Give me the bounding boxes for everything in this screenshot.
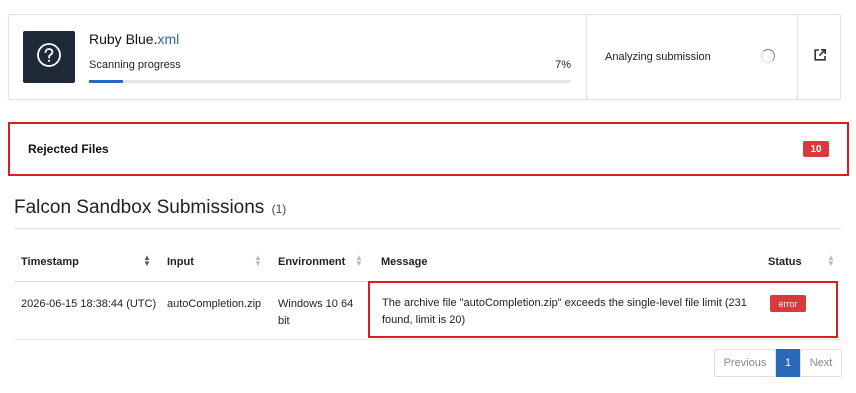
section-title-text: Falcon Sandbox Submissions xyxy=(14,197,265,218)
column-header-timestamp[interactable]: Timestamp xyxy=(21,256,79,268)
pagination: Previous 1 Next xyxy=(714,349,842,377)
cell-input: autoCompletion.zip xyxy=(167,298,262,310)
previous-page-button[interactable]: Previous xyxy=(714,349,776,377)
table-row-divider xyxy=(14,339,841,340)
submission-count: (1) xyxy=(271,202,287,216)
open-external-button[interactable] xyxy=(798,15,841,99)
status-badge-error: error xyxy=(770,295,806,312)
cell-message: The archive file "autoCompletion.zip" ex… xyxy=(382,297,747,326)
next-page-button[interactable]: Next xyxy=(800,349,842,377)
section-title: Falcon Sandbox Submissions (1) xyxy=(14,197,286,219)
sort-icon[interactable]: ▲ ▼ xyxy=(355,254,363,268)
progress-label: Scanning progress xyxy=(89,59,181,71)
sort-desc-icon[interactable]: ▲ ▼ xyxy=(143,254,151,268)
column-header-environment[interactable]: Environment xyxy=(278,256,345,268)
scan-progress-card: Ruby Blue.xml Scanning progress 7% Analy… xyxy=(8,14,841,100)
file-extension: xml xyxy=(157,31,180,47)
page-1-button[interactable]: 1 xyxy=(776,349,800,377)
file-name-base: Ruby Blue. xyxy=(89,31,158,47)
analyzing-label: Analyzing submission xyxy=(605,51,711,63)
card-divider xyxy=(586,15,587,99)
sort-icon[interactable]: ▲ ▼ xyxy=(827,254,835,268)
rejected-files-label: Rejected Files xyxy=(28,142,109,156)
rejected-files-panel[interactable]: Rejected Files 10 xyxy=(8,122,849,176)
column-header-message: Message xyxy=(381,256,428,268)
file-thumbnail xyxy=(23,31,75,83)
column-header-status[interactable]: Status xyxy=(768,256,802,268)
external-link-icon xyxy=(813,48,827,67)
rejected-count-badge: 10 xyxy=(803,141,829,157)
cell-environment: Windows 10 64 bit xyxy=(278,298,354,327)
loading-spinner-icon xyxy=(761,49,775,63)
column-header-input[interactable]: Input xyxy=(167,256,194,268)
question-icon xyxy=(36,42,62,73)
message-highlight-box: The archive file "autoCompletion.zip" ex… xyxy=(368,281,838,338)
section-divider xyxy=(14,228,841,229)
progress-percent: 7% xyxy=(555,59,571,71)
progress-bar-fill xyxy=(89,80,123,83)
cell-timestamp: 2026-06-15 18:38:44 (UTC) xyxy=(21,298,157,310)
progress-bar xyxy=(89,80,571,83)
sort-icon[interactable]: ▲ ▼ xyxy=(254,254,262,268)
file-name: Ruby Blue.xml xyxy=(89,31,179,47)
